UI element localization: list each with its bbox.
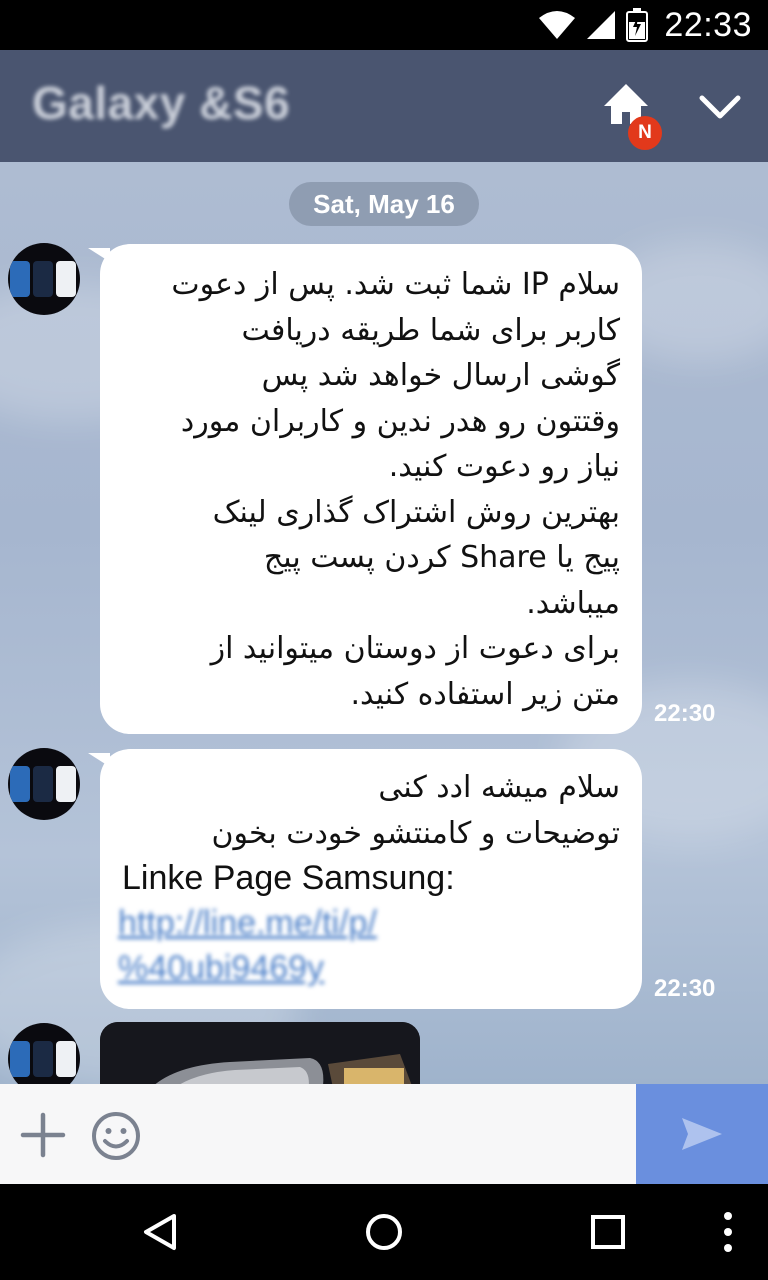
link-line: http://line.me/ti/p/: [118, 904, 377, 942]
back-icon[interactable]: [140, 1212, 180, 1252]
nav-bar: [0, 1184, 768, 1280]
more-icon[interactable]: [718, 1210, 738, 1254]
avatar[interactable]: [8, 748, 80, 820]
message-input[interactable]: [158, 1100, 618, 1168]
home-circle-icon[interactable]: [364, 1212, 404, 1252]
phone-image: [100, 1022, 420, 1084]
message-line: Linke Page Samsung:: [122, 859, 455, 897]
message-time: 22:30: [654, 700, 716, 727]
message-line: بهترین روش اشتراک گذاری لینک: [212, 494, 620, 530]
message-line: متن زیر استفاده کنید.: [350, 676, 620, 712]
message-line: توضیحات و کامنتشو خودت بخون: [211, 815, 620, 851]
notification-badge: N: [628, 116, 662, 150]
plus-icon[interactable]: [20, 1112, 66, 1158]
status-icons: 22:33: [538, 6, 752, 44]
message-bubble[interactable]: سلام میشه ادد کنی توضیحات و کامنتشو خودت…: [88, 749, 642, 1009]
message-link[interactable]: http://line.me/ti/p/ %40ubi9469y: [100, 901, 642, 991]
message-line: برای دعوت از دوستان میتوانید از: [210, 631, 620, 666]
status-bar: 22:33: [0, 0, 768, 50]
link-line: %40ubi9469y: [118, 949, 325, 987]
send-button[interactable]: [636, 1084, 768, 1184]
status-time: 22:33: [664, 5, 752, 44]
message-text: سلام میشه ادد کنی توضیحات و کامنتشو خودت…: [100, 749, 642, 856]
message-text: سلام IP شما ثبت شد. پس از دعوت کاربر برا…: [100, 244, 642, 717]
message-line: سلام IP شما ثبت شد. پس از دعوت: [171, 267, 620, 302]
chat-area[interactable]: Sat, May 16 سلام IP شما ثبت شد. پس از دع…: [0, 162, 768, 1084]
date-separator: Sat, May 16: [289, 182, 479, 226]
cell-signal-icon: [587, 11, 616, 39]
chat-header: Galaxy &S6 N: [0, 50, 768, 162]
message-line: وقتتون رو هدر ندین و کاربران مورد: [180, 403, 620, 439]
wifi-icon: [539, 11, 576, 39]
chat-title: Galaxy &S6: [32, 77, 291, 129]
battery-charging-icon: [626, 8, 649, 42]
send-icon: [682, 1118, 722, 1150]
bubble-tail: [88, 753, 110, 767]
message-line: کاربر برای شما طریقه دریافت: [241, 312, 620, 348]
message-line: نیاز رو دعوت کنید.: [388, 449, 620, 484]
chevron-down-icon[interactable]: [696, 84, 744, 132]
message-line: سلام میشه ادد کنی: [378, 770, 620, 805]
avatar[interactable]: [8, 243, 80, 315]
message-line: میباشد.: [526, 585, 620, 621]
bubble-tail: [88, 248, 110, 262]
recents-icon[interactable]: [590, 1212, 626, 1252]
message-bubble[interactable]: سلام IP شما ثبت شد. پس از دعوت کاربر برا…: [88, 244, 642, 734]
message-line: پیج یا Share کردن پست پیج: [263, 540, 620, 575]
message-line: گوشی ارسال خواهد شد پس: [261, 358, 620, 393]
emoji-icon[interactable]: [90, 1110, 142, 1162]
input-bar: [0, 1084, 768, 1184]
message-time: 22:30: [654, 975, 716, 1002]
image-message[interactable]: [100, 1022, 420, 1084]
